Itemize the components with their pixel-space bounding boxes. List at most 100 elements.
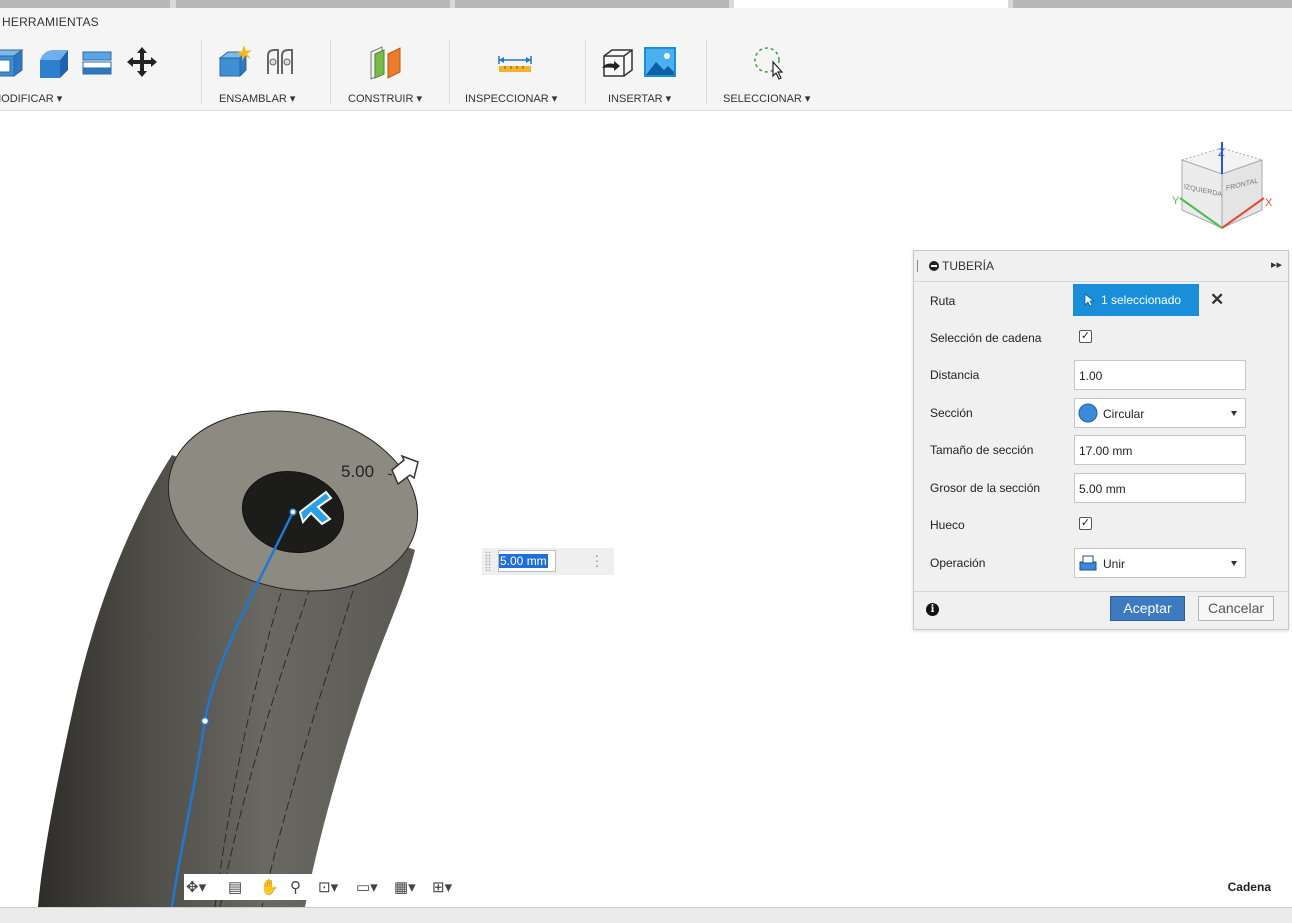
insert-derive-icon[interactable] (598, 44, 634, 80)
pan-hand-icon[interactable]: ✋ (260, 878, 279, 896)
shell-icon[interactable] (80, 44, 116, 80)
section-size-field[interactable]: 17.00 mm (1074, 435, 1246, 465)
distance-label: Distancia (930, 368, 980, 382)
chain-selection-checkbox[interactable]: ✓ (1079, 330, 1092, 343)
status-mode-label: Cadena (1227, 880, 1271, 894)
select-lasso-icon[interactable] (751, 44, 787, 80)
look-at-icon[interactable]: ▤ (228, 878, 242, 896)
assemble-menu-label[interactable]: ENSAMBLAR ▾ (219, 92, 295, 105)
collapse-icon[interactable] (929, 261, 939, 271)
construct-menu-label[interactable]: CONSTRUIR ▾ (348, 92, 422, 105)
select-menu-label[interactable]: SELECCIONAR ▾ (723, 92, 810, 105)
expand-panel-icon[interactable]: ▸▸ (1271, 258, 1282, 271)
chevron-down-icon (1231, 561, 1237, 566)
operation-select-value: Unir (1103, 557, 1126, 571)
move-icon[interactable] (124, 44, 160, 80)
view-cube[interactable]: Z X Y IZQUIERDA FRONTAL (1172, 140, 1272, 240)
path-label: Ruta (930, 294, 956, 308)
section-thickness-row: Grosor de la sección 5.00 mm (914, 469, 1288, 506)
document-tab[interactable] (0, 0, 170, 8)
dialog-title: TUBERÍA (942, 259, 995, 273)
section-label: Sección (930, 406, 973, 420)
document-tab-strip (0, 0, 1292, 8)
dimension-input[interactable]: 5.00 mm (498, 550, 556, 572)
view-cube-y-label: Y (1172, 195, 1180, 207)
path-selection-count: 1 seleccionado (1101, 293, 1182, 307)
insert-group[interactable]: INSERTAR ▾ (598, 38, 698, 108)
view-cube-z-label: Z (1218, 147, 1225, 159)
press-pull-icon[interactable] (0, 44, 28, 80)
insert-canvas-icon[interactable] (642, 44, 678, 80)
section-select[interactable]: Circular (1074, 398, 1246, 428)
select-group[interactable]: SELECCIONAR ▾ (723, 38, 833, 108)
hollow-row: Hueco ✓ (914, 506, 1288, 543)
modify-menu-label[interactable]: MODIFICAR ▾ (0, 92, 62, 105)
document-tab[interactable] (176, 0, 450, 8)
path-midpoint[interactable] (200, 716, 210, 726)
document-tab[interactable] (455, 0, 729, 8)
display-settings-icon[interactable]: ▭▾ (356, 878, 378, 896)
chain-selection-row: Selección de cadena ✓ (914, 319, 1288, 356)
new-component-icon[interactable] (218, 44, 254, 80)
document-tab-active[interactable] (734, 0, 1008, 8)
operation-row: Operación Unir (914, 544, 1288, 581)
join-icon (1079, 555, 1097, 571)
dimension-input-value[interactable]: 5.00 mm (499, 554, 548, 568)
info-icon[interactable]: i (926, 603, 939, 616)
hollow-label: Hueco (930, 518, 965, 532)
cancel-button[interactable]: Cancelar (1198, 596, 1274, 621)
pipe-dialog: TUBERÍA ▸▸ Ruta 1 seleccionado ✕ Selecci… (913, 250, 1289, 630)
divider (449, 40, 450, 104)
grid-settings-icon[interactable]: ▦▾ (394, 878, 416, 896)
fillet-icon[interactable] (36, 44, 72, 80)
section-thickness-label: Grosor de la sección (930, 481, 1041, 495)
insert-menu-label[interactable]: INSERTAR ▾ (608, 92, 671, 105)
toolbar-title: HERRAMIENTAS (2, 15, 99, 29)
chevron-down-icon (1231, 411, 1237, 416)
circle-section-icon (1078, 403, 1098, 423)
path-start-point[interactable] (289, 508, 297, 516)
assemble-group[interactable]: ENSAMBLAR ▾ (218, 38, 318, 108)
zoom-window-icon[interactable]: ⊡▾ (318, 878, 338, 896)
section-thickness-field[interactable]: 5.00 mm (1074, 473, 1246, 503)
operation-select[interactable]: Unir (1074, 548, 1246, 578)
offset-plane-icon[interactable] (368, 44, 404, 80)
distance-field[interactable]: 1.00 (1074, 360, 1246, 390)
more-options-icon[interactable]: · · · (594, 548, 600, 572)
ok-button[interactable]: Aceptar (1110, 596, 1185, 621)
path-selection-button[interactable]: 1 seleccionado (1073, 284, 1199, 316)
chain-selection-label: Selección de cadena (930, 331, 1042, 345)
clear-selection-icon[interactable]: ✕ (1210, 290, 1224, 310)
inspect-menu-label[interactable]: INSPECCIONAR ▾ (465, 92, 557, 105)
path-row: Ruta 1 seleccionado ✕ (914, 282, 1288, 319)
divider (585, 40, 586, 104)
section-size-label: Tamaño de sección (930, 443, 1034, 457)
divider (706, 40, 707, 104)
orbit-icon[interactable]: ✥▾ (186, 878, 206, 896)
operation-label: Operación (930, 556, 986, 570)
floating-dimension-input: 5.00 mm · · · (482, 548, 614, 575)
section-size-row: Tamaño de sección 17.00 mm (914, 431, 1288, 468)
ribbon-toolbar: HERRAMIENTAS MODIFICAR ▾ (0, 8, 1292, 111)
dialog-grip-icon[interactable] (917, 260, 920, 272)
modify-group[interactable]: MODIFICAR ▾ (0, 38, 192, 108)
joint-icon[interactable] (262, 44, 298, 80)
viewports-icon[interactable]: ⊞▾ (432, 878, 452, 896)
navigation-bar: ✥▾ ▤ ✋ ⚲ ⊡▾ ▭▾ ▦▾ ⊞▾ (184, 874, 480, 900)
document-tab[interactable] (1013, 0, 1292, 8)
divider (201, 40, 202, 104)
section-row: Sección Circular (914, 394, 1288, 431)
status-bar (0, 907, 1292, 923)
measure-icon[interactable] (497, 44, 533, 80)
dialog-footer: i Aceptar Cancelar (914, 591, 1288, 629)
construct-group[interactable]: CONSTRUIR ▾ (348, 38, 438, 108)
distance-row: Distancia 1.00 (914, 356, 1288, 393)
cursor-arrow-icon (1084, 293, 1096, 307)
zoom-icon[interactable]: ⚲ (290, 878, 301, 896)
drag-handle[interactable] (485, 551, 491, 571)
inspect-group[interactable]: INSPECCIONAR ▾ (465, 38, 575, 108)
hollow-checkbox[interactable]: ✓ (1079, 517, 1092, 530)
divider (330, 40, 331, 104)
section-select-value: Circular (1103, 407, 1145, 421)
dialog-header[interactable]: TUBERÍA ▸▸ (914, 251, 1288, 282)
